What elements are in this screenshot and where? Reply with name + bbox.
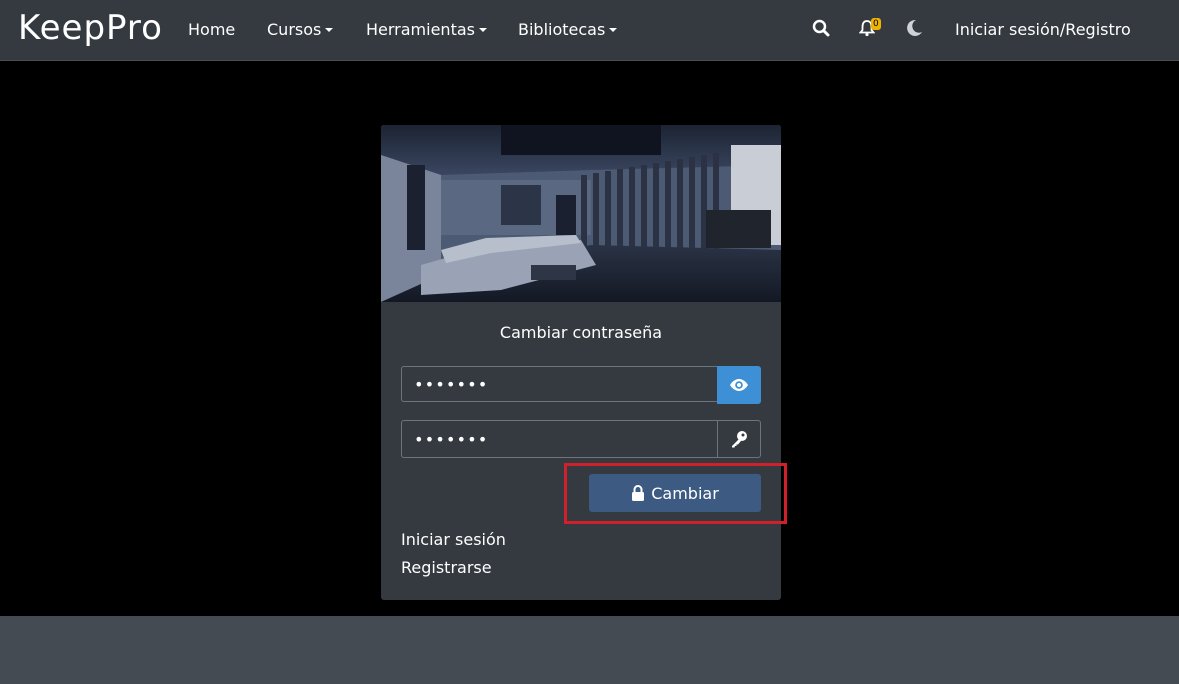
moon-icon[interactable] [906, 19, 923, 41]
eye-icon [730, 379, 748, 391]
key-icon [732, 431, 747, 448]
caret-down-icon [325, 28, 334, 32]
caret-down-icon [478, 28, 487, 32]
login-link[interactable]: Iniciar sesión [401, 530, 506, 549]
notification-badge: 0 [871, 18, 881, 30]
new-password-field[interactable] [401, 366, 718, 402]
caret-down-icon [609, 28, 618, 32]
login-register-link[interactable]: Iniciar sesión/Registro [955, 20, 1131, 39]
search-icon[interactable] [812, 19, 830, 41]
navbar: KeepPro Home Cursos Herramientas Bibliot… [0, 0, 1179, 61]
show-password-button[interactable] [717, 366, 761, 404]
nav-home-label: Home [188, 20, 236, 39]
brand-logo[interactable]: KeepPro [18, 8, 163, 48]
nav-bibliotecas-dropdown[interactable]: Bibliotecas [518, 20, 618, 39]
key-addon [717, 420, 761, 458]
nav-herramientas-label: Herramientas [366, 20, 475, 39]
footer [0, 616, 1179, 684]
notifications-button[interactable]: 0 [858, 18, 881, 41]
interior-room-image [381, 125, 781, 302]
nav-bibliotecas-label: Bibliotecas [518, 20, 606, 39]
confirm-password-field[interactable] [401, 420, 718, 458]
card-title: Cambiar contraseña [499, 323, 663, 342]
register-link[interactable]: Registrarse [401, 558, 492, 577]
nav-cursos-dropdown[interactable]: Cursos [267, 20, 334, 39]
nav-cursos-label: Cursos [267, 20, 322, 39]
change-password-card: Cambiar contraseña Cambiar Iniciar sesió… [381, 125, 781, 600]
nav-herramientas-dropdown[interactable]: Herramientas [366, 20, 487, 39]
nav-home[interactable]: Home [188, 20, 235, 39]
highlight-box [564, 463, 787, 524]
